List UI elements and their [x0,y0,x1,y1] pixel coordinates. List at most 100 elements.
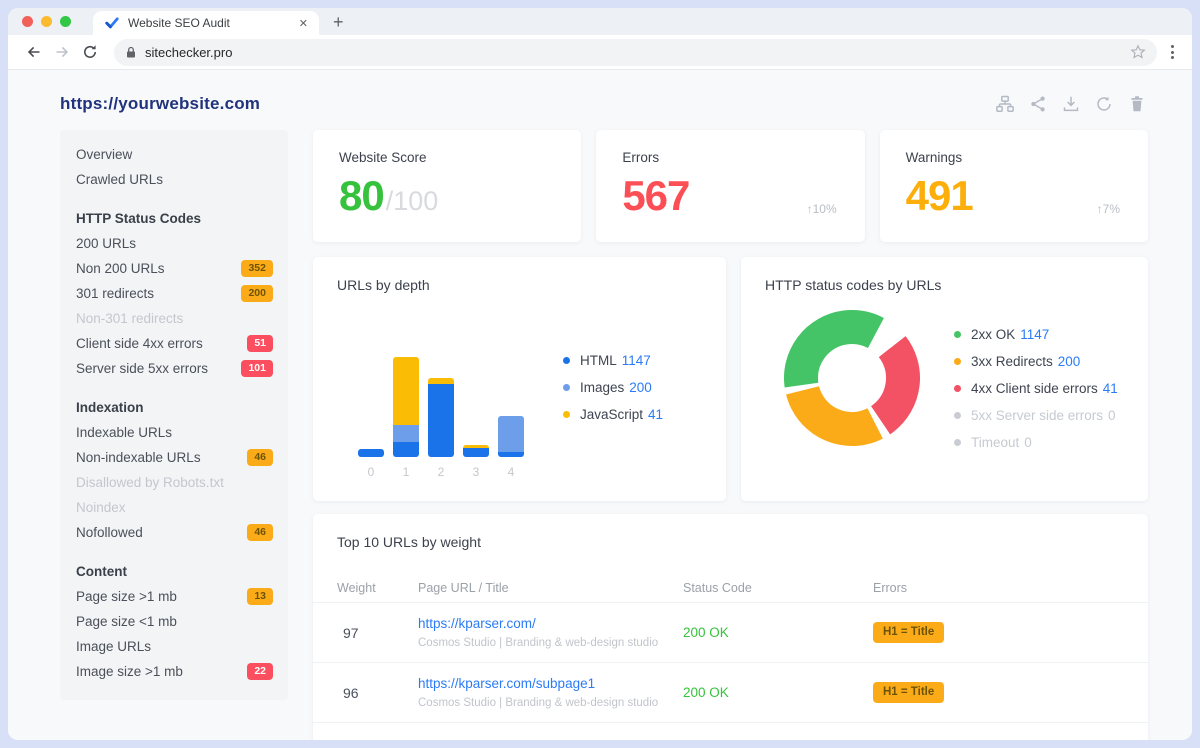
donut-legend: 2xx OK 1147 3xx Redirects200 4xx Client sid… [954,327,1118,462]
sidebar-item-server-side-5xx-errors[interactable]: Server side 5xx errors101 [76,356,273,381]
sidebar-item-label: Non 200 URLs [76,261,165,276]
sidebar-item-badge: 13 [247,588,273,605]
warnings-value: 491 [906,175,973,217]
legend-value: 1147 [622,353,651,368]
close-window-button[interactable] [22,16,33,27]
stat-label: Errors [622,150,838,165]
bar-chart-legend: HTML1147 Images200 JavaScript41 [563,353,663,434]
legend-dot [954,412,961,419]
bar-depth-4 [498,416,524,457]
legend-label: 2xx OK [971,327,1015,342]
sidebar-item-non-indexable-urls[interactable]: Non-indexable URLs46 [76,445,273,470]
browser-menu-icon[interactable] [1165,42,1180,62]
new-tab-button[interactable]: + [333,13,344,31]
sidebar-item-page-size-1-mb[interactable]: Page size >1 mb 13 [76,584,273,609]
legend-dot [954,358,961,365]
bar-axis-label: 1 [393,465,419,479]
sidebar-item-overview[interactable]: Overview [76,142,273,167]
table-row[interactable]: 97https://kparser.com/Cosmos Studio | Br… [313,603,1148,662]
sidebar-item-page-size-1-mb[interactable]: Page size <1 mb [76,609,273,634]
sidebar-item-non-301-redirects[interactable]: Non-301 redirects [76,306,273,331]
row-errors: H1 = Title [873,622,1124,644]
minimize-window-button[interactable] [41,16,52,27]
legend-dot [954,439,961,446]
forward-icon[interactable] [50,40,74,64]
legend-value: 41 [1103,381,1118,396]
sitemap-icon[interactable] [996,95,1014,113]
refresh-icon[interactable] [1095,95,1113,113]
share-icon[interactable] [1029,95,1047,113]
sidebar-item-indexable-urls[interactable]: Indexable URLs [76,420,273,445]
legend-item-html[interactable]: HTML1147 [563,353,663,368]
bar-axis-labels: 01234 [358,465,524,479]
bookmark-star-icon[interactable] [1130,44,1146,60]
table-row[interactable]: 96https://kparser.com/subpage1Cosmos Stu… [313,663,1148,722]
error-badge: H1 = Title [873,622,944,644]
row-url-cell: https://kparser.com/subpage1Cosmos Studi… [418,676,683,709]
legend-dot [563,411,570,418]
sidebar-item-label: 200 URLs [76,236,136,251]
row-status-code: 200 OK [683,685,873,700]
sidebar-item-nofollowed[interactable]: Nofollowed46 [76,520,273,545]
report-sidebar: OverviewCrawled URLsHTTP Status Codes200… [60,130,288,700]
legend-item-2xx-ok[interactable]: 2xx OK 1147 [954,327,1118,342]
sidebar-item-label: Crawled URLs [76,172,163,187]
tab-close-icon[interactable]: ✕ [296,17,311,30]
download-icon[interactable] [1062,95,1080,113]
sidebar-item-label: Non-indexable URLs [76,450,201,465]
sidebar-item-200-urls[interactable]: 200 URLs [76,231,273,256]
row-url-link[interactable]: https://kparser.com/ [418,616,683,631]
sidebar-item-label: Disallowed by Robots.txt [76,475,224,490]
sidebar-group: IndexationIndexable URLsNon-indexable UR… [76,395,273,545]
sidebar-group: ContentPage size >1 mb13Page size <1 mbI… [76,559,273,684]
url-text[interactable]: sitechecker.pro [145,45,1130,60]
table-title: Top 10 URLs by weight [313,534,1148,550]
reload-icon[interactable] [78,40,102,64]
sidebar-group: Overview Crawled URLs [76,142,273,192]
warnings-delta: ↑7% [1097,202,1120,216]
delete-icon[interactable] [1128,95,1146,113]
legend-item-5xx-server-side-errors[interactable]: 5xx Server side errors0 [954,408,1118,423]
sidebar-item-crawled-urls[interactable]: Crawled URLs [76,167,273,192]
browser-tab[interactable]: Website SEO Audit ✕ [93,11,319,35]
maximize-window-button[interactable] [60,16,71,27]
bar-segment-html [463,448,489,457]
sidebar-item-non-200-urls[interactable]: Non 200 URLs 352 [76,256,273,281]
urls-by-depth-chart [358,357,524,457]
errors-delta: ↑10% [807,202,837,216]
row-url-link[interactable]: https://kparser.com/subpage1 [418,676,683,691]
address-bar[interactable]: sitechecker.pro [114,39,1157,66]
sidebar-item-image-size-1-mb[interactable]: Image size >1 mb22 [76,659,273,684]
sidebar-item-client-side-4xx-errors[interactable]: Client side 4xx errors51 [76,331,273,356]
legend-dot [954,385,961,392]
legend-label: Timeout [971,435,1019,450]
sidebar-item-label: Image URLs [76,639,151,654]
sidebar-item-badge: 46 [247,524,273,541]
sidebar-item-label: Page size >1 mb [76,589,177,604]
back-icon[interactable] [22,40,46,64]
legend-item-timeout[interactable]: Timeout0 [954,435,1118,450]
sidebar-item-badge: 352 [241,260,273,277]
legend-item-3xx-redirects[interactable]: 3xx Redirects200 [954,354,1118,369]
sidebar-item-image-urls[interactable]: Image URLs [76,634,273,659]
bar-segment-html [393,442,419,457]
website-score-card: Website Score 80 /100 [313,130,581,242]
sidebar-item-noindex[interactable]: Noindex [76,495,273,520]
row-weight: 97 [337,625,418,641]
sidebar-item-label: Page size <1 mb [76,614,177,629]
legend-item-javascript[interactable]: JavaScript41 [563,407,663,422]
legend-item-images[interactable]: Images200 [563,380,663,395]
http-status-donut [772,298,932,458]
legend-dot [954,331,961,338]
sidebar-item-label: Non-301 redirects [76,311,183,326]
sidebar-item-disallowed-by-robots-txt[interactable]: Disallowed by Robots.txt [76,470,273,495]
sidebar-item-label: Client side 4xx errors [76,336,203,351]
legend-label: 5xx Server side errors [971,408,1103,423]
bar-axis-label: 4 [498,465,524,479]
legend-item-4xx-client-side-errors[interactable]: 4xx Client side errors41 [954,381,1118,396]
bar-segment-html [498,452,524,457]
sidebar-item-label: Noindex [76,500,126,515]
bar-segment-html [358,449,384,457]
legend-value: 1147 [1020,327,1049,342]
sidebar-item-301-redirects[interactable]: 301 redirects200 [76,281,273,306]
